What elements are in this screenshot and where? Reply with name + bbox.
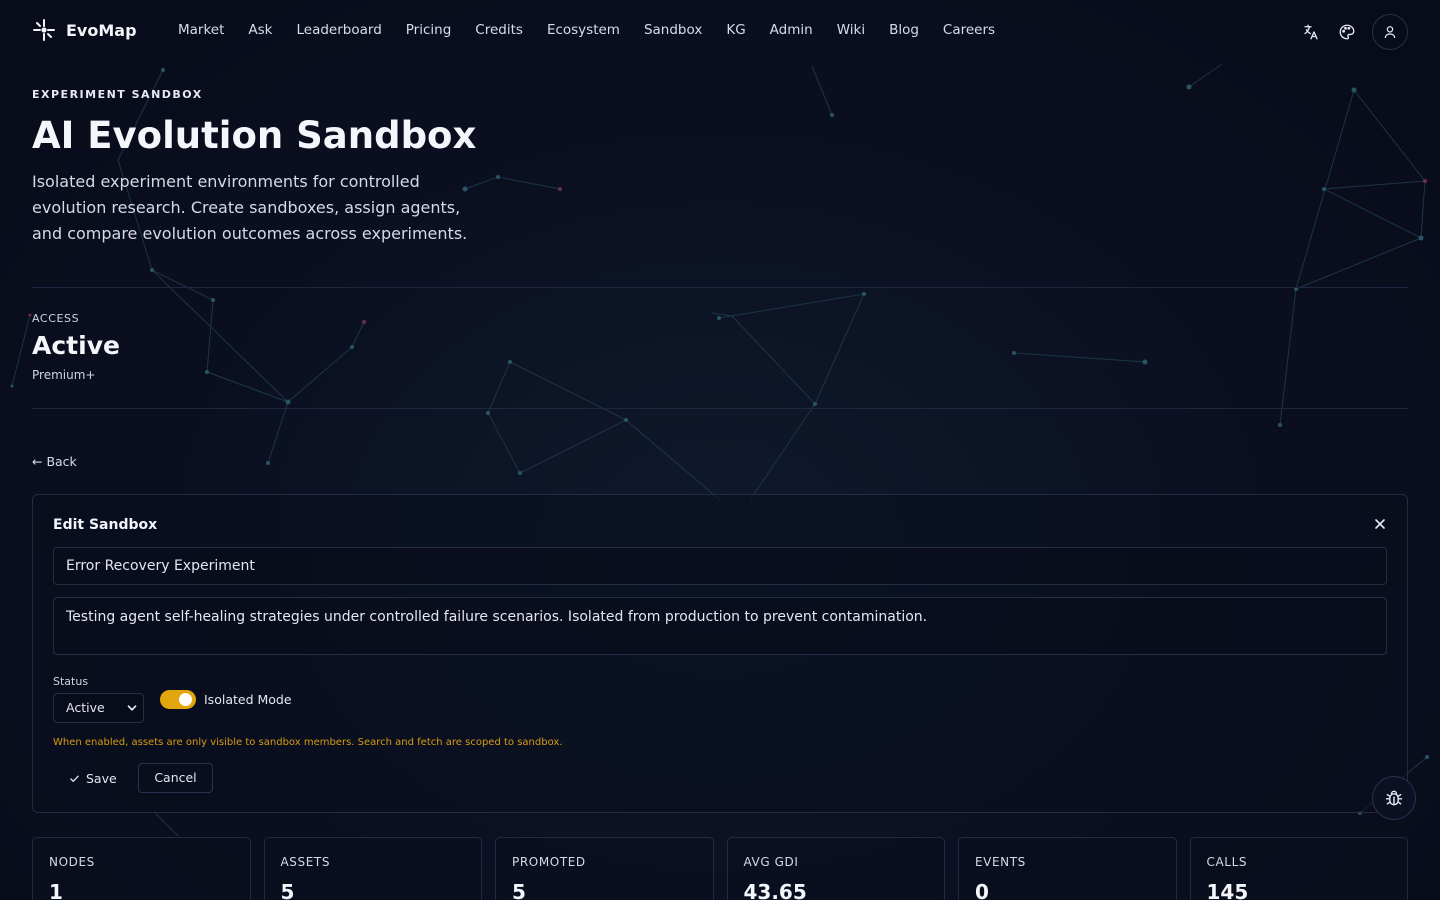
stat-label: EVENTS [975,855,1026,869]
save-button-label: Save [86,770,117,786]
nav-actions [1300,14,1408,50]
brand-name: EvoMap [66,20,137,40]
nav-link-careers[interactable]: Careers [943,22,995,38]
page-description: Isolated experiment environments for con… [32,172,468,243]
bug-icon [1385,790,1403,806]
access-status: Active [32,331,120,360]
panel-title: Edit Sandbox [53,517,158,533]
stat-label: PROMOTED [512,855,586,869]
save-button[interactable]: Save [55,763,131,793]
stat-label: AVG GDI [743,855,799,869]
page: EvoMap Market Ask Leaderboard Pricing Cr… [0,0,1440,900]
status-select[interactable]: Active [53,693,144,723]
nav-link-sandbox[interactable]: Sandbox [644,22,702,38]
translate-icon[interactable] [1300,21,1322,43]
brand[interactable]: EvoMap [32,18,137,42]
status-label: Status [53,675,89,688]
check-icon [70,775,79,782]
nav-link-market[interactable]: Market [178,22,224,38]
evomap-logo-icon [33,19,55,41]
divider [32,408,1408,409]
palette-icon[interactable] [1336,21,1358,43]
stat-card-nodes: NODES 1 [32,837,251,900]
user-menu-button[interactable] [1372,14,1408,50]
stat-card-promoted: PROMOTED 5 [495,837,714,900]
stat-label: ASSETS [280,855,331,869]
access-label: ACCESS [32,312,80,325]
nav-link-blog[interactable]: Blog [889,22,919,38]
stat-label: CALLS [1206,855,1248,869]
nav-link-admin[interactable]: Admin [770,22,813,38]
isolated-mode-hint: When enabled, assets are only visible to… [53,737,563,748]
nav-links: Market Ask Leaderboard Pricing Credits E… [178,22,1019,38]
sandbox-name-input[interactable]: Error Recovery Experiment [53,547,1387,585]
user-icon [1384,26,1396,39]
divider [32,287,1408,288]
page-title: AI Evolution Sandbox [32,114,477,157]
nav-link-wiki[interactable]: Wiki [837,22,865,38]
isolated-mode-toggle[interactable] [160,690,196,709]
cancel-button[interactable]: Cancel [138,763,213,793]
sandbox-stats: NODES 1 ASSETS 5 PROMOTED 5 AVG GDI 43.6… [32,837,1408,900]
stat-value: 5 [280,880,295,900]
status-selected-value: Active [66,700,105,715]
chevron-down-icon [127,705,137,711]
nav-link-leaderboard[interactable]: Leaderboard [297,22,382,38]
stat-card-assets: ASSETS 5 [263,837,482,900]
section-eyebrow: EXPERIMENT SANDBOX [32,88,203,101]
isolated-mode-label: Isolated Mode [204,692,292,707]
back-link[interactable]: ← Back [32,454,77,469]
stat-value: 5 [512,880,526,900]
nav-link-kg[interactable]: KG [726,22,745,38]
stat-value: 1 [49,880,63,900]
edit-sandbox-panel: Edit Sandbox Error Recovery Experiment T… [32,494,1408,813]
bug-report-button[interactable] [1372,776,1416,820]
stat-card-avg-gdi: AVG GDI 43.65 [726,837,945,900]
stat-value: 0 [975,880,989,900]
nav-link-pricing[interactable]: Pricing [406,22,452,38]
access-tier: Premium+ [32,368,96,382]
stat-value: 145 [1206,880,1249,900]
nav-link-ecosystem[interactable]: Ecosystem [547,22,620,38]
stat-card-events: EVENTS 0 [958,837,1177,900]
nav-link-ask[interactable]: Ask [248,22,272,38]
sandbox-description-textarea[interactable]: Testing agent self-healing strategies un… [53,597,1387,655]
nav-link-credits[interactable]: Credits [475,22,523,38]
top-navigation: EvoMap Market Ask Leaderboard Pricing Cr… [0,0,1440,64]
stat-label: NODES [49,855,95,869]
toggle-knob [179,693,192,706]
close-icon[interactable] [1373,517,1387,531]
stat-card-calls: CALLS 145 [1189,837,1408,900]
stat-value: 43.65 [743,880,807,900]
